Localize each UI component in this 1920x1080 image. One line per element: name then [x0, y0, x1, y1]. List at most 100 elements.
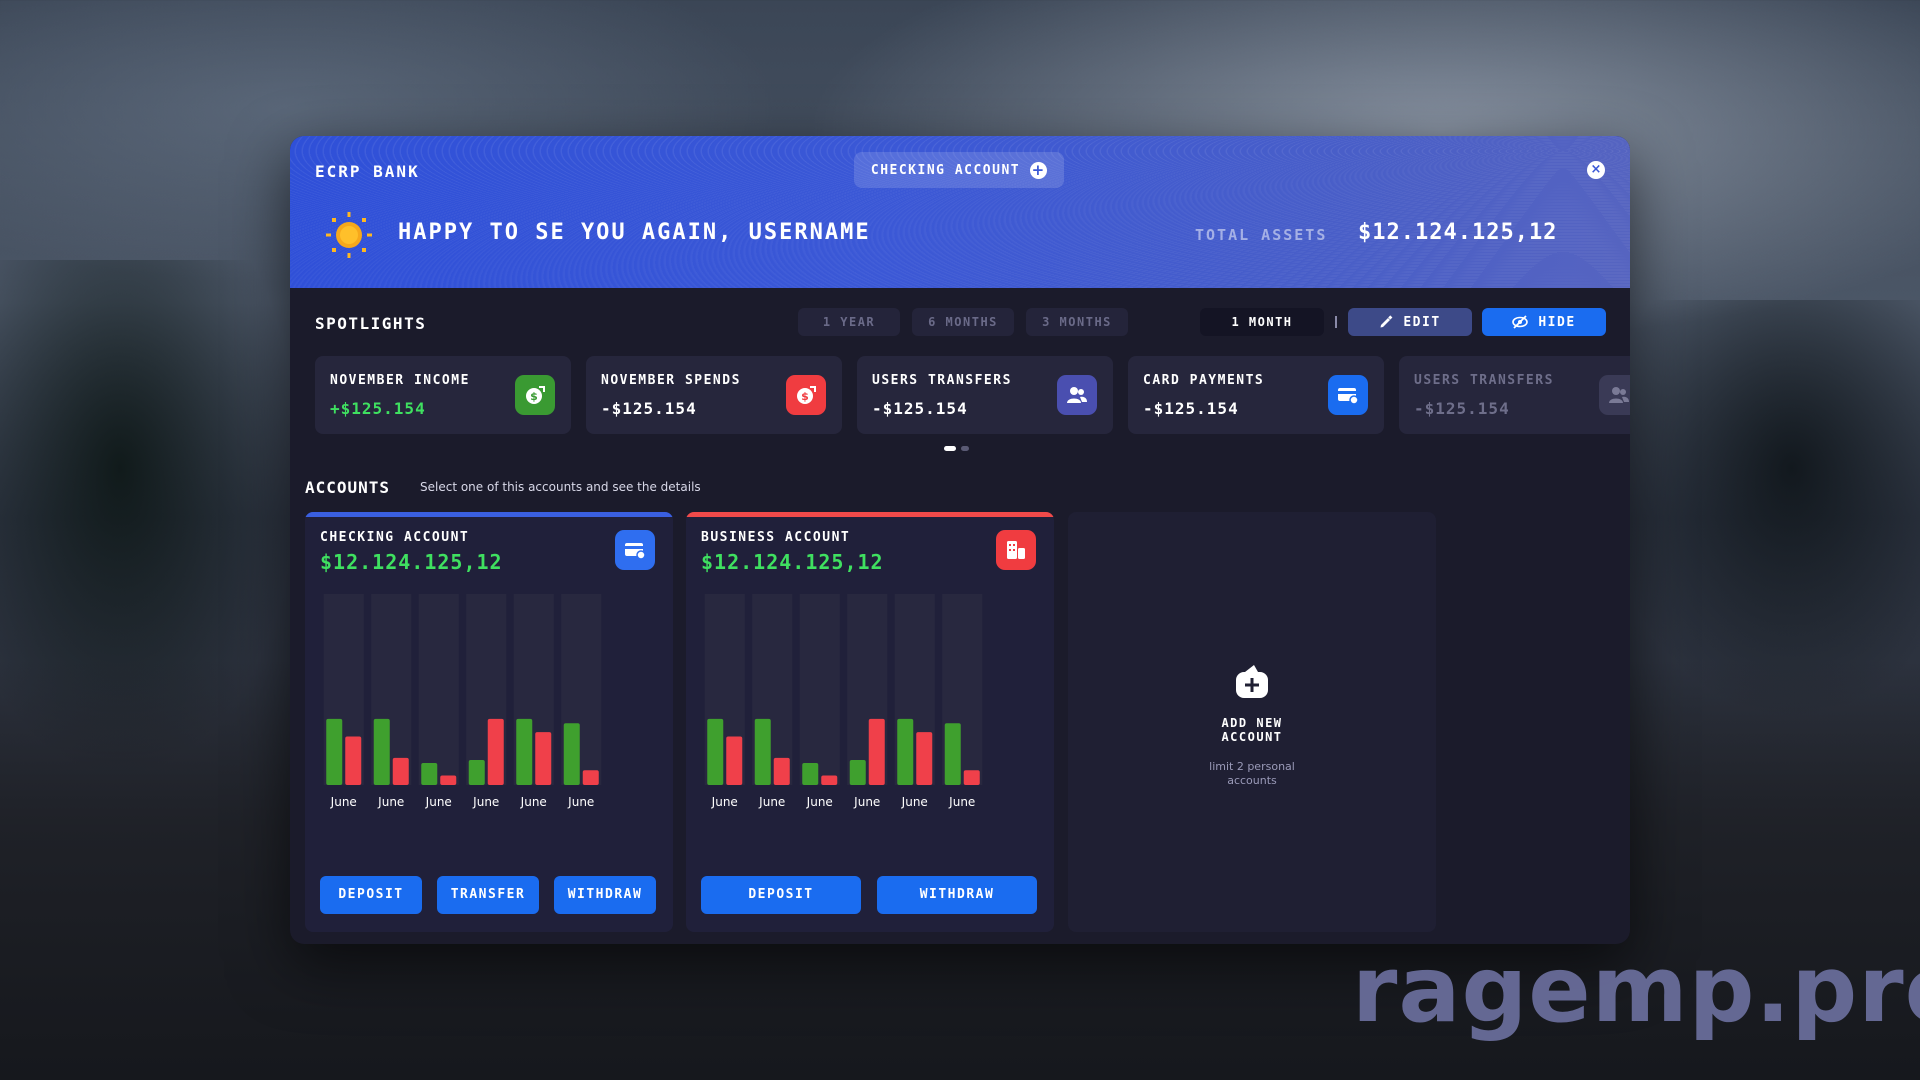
sun-icon [326, 212, 372, 258]
chart-bar-spends[interactable] [487, 718, 504, 785]
chart-bar-income[interactable] [707, 718, 724, 785]
edit-label: EDIT [1403, 314, 1441, 330]
background-palm-right [1600, 300, 1920, 720]
chart-bar-spends[interactable] [963, 770, 980, 785]
chart-tick-label: June [948, 795, 975, 809]
account-card-checking[interactable]: CHECKING ACCOUNT $12.124.125,12 June June… [305, 512, 673, 932]
account-chart-checking: June June June June June June [323, 594, 602, 809]
pagination-dot-2[interactable] [961, 446, 969, 451]
bank-window: ECRP BANK CHECKING ACCOUNT + × HAPPY TO … [290, 136, 1630, 944]
account-balance: $12.124.125,12 [320, 550, 503, 574]
close-icon[interactable]: × [1587, 161, 1605, 179]
account-chart-business: June June June June June June [704, 594, 983, 809]
withdraw-button[interactable]: WITHDRAW [877, 876, 1037, 914]
chart-column-bg [799, 594, 840, 785]
add-account-card[interactable]: ADD NEW ACCOUNT limit 2 personal account… [1068, 512, 1436, 932]
chart-bar-spends[interactable] [773, 757, 790, 785]
chart-bar-spends[interactable] [392, 757, 409, 785]
chart-tick-label: June [711, 795, 738, 809]
chart-bar-spends[interactable] [821, 775, 838, 785]
pagination-dot-1[interactable] [944, 446, 956, 451]
business-icon [996, 530, 1036, 570]
chart-bar-income[interactable] [516, 718, 533, 785]
chart-bar-income[interactable] [373, 718, 390, 785]
chart-bar-income[interactable] [754, 718, 771, 785]
chart-bar-spends[interactable] [868, 718, 885, 785]
withdraw-button[interactable]: WITHDRAW [554, 876, 656, 914]
spotlight-card-income[interactable]: NOVEMBER INCOME +$125.154 $ [315, 356, 571, 434]
spotlight-card-spends[interactable]: NOVEMBER SPENDS -$125.154 $ [586, 356, 842, 434]
account-selector-label: CHECKING ACCOUNT [870, 162, 1021, 178]
chart-tick-label: June [901, 795, 928, 809]
spotlight-cards: NOVEMBER INCOME +$125.154 $ NOVEMBER SPE… [315, 356, 1630, 436]
svg-text:$: $ [801, 390, 809, 403]
spotlight-label: USERS TRANSFERS [1414, 373, 1554, 388]
period-1-month[interactable]: 1 MONTH [1200, 308, 1324, 336]
add-account-subtitle-line2: accounts [1227, 774, 1277, 787]
spotlights-title: SPOTLIGHTS [315, 314, 427, 333]
spotlight-card-user-transfers[interactable]: USERS TRANSFERS -$125.154 [857, 356, 1113, 434]
spotlight-pagination [944, 446, 969, 451]
chart-tick-label: June [567, 795, 594, 809]
total-assets-value: $12.124.125,12 [1358, 220, 1558, 245]
account-selector[interactable]: CHECKING ACCOUNT + [854, 152, 1064, 188]
spotlight-label: USERS TRANSFERS [872, 373, 1012, 388]
chart-bar-spends[interactable] [582, 770, 599, 785]
chart-bar-income[interactable] [944, 723, 961, 785]
money-out-icon: $ [786, 375, 826, 415]
chart-bar-income[interactable] [421, 762, 438, 785]
account-balance: $12.124.125,12 [701, 550, 884, 574]
plus-icon: + [1030, 160, 1048, 179]
spotlight-card-user-transfers-2[interactable]: USERS TRANSFERS -$125.154 [1399, 356, 1630, 434]
chart-bar-income[interactable] [563, 723, 580, 785]
chart-tick-label: June [425, 795, 452, 809]
edit-button[interactable]: EDIT [1348, 308, 1472, 336]
accounts-subtitle: Select one of this accounts and see the … [420, 480, 701, 494]
money-in-icon: $ [515, 375, 555, 415]
account-accent-stripe [686, 512, 1054, 517]
chart-bar-spends[interactable] [440, 775, 457, 785]
chart-bar-income[interactable] [897, 718, 914, 785]
transfer-button[interactable]: TRANSFER [437, 876, 539, 914]
add-account-title-line2: ACCOUNT [1221, 730, 1283, 744]
deposit-button[interactable]: DEPOSIT [320, 876, 422, 914]
account-card-business[interactable]: BUSINESS ACCOUNT $12.124.125,12 June June… [686, 512, 1054, 932]
svg-text:$: $ [530, 390, 538, 403]
account-name: CHECKING ACCOUNT [320, 530, 470, 545]
bank-header: ECRP BANK CHECKING ACCOUNT + × HAPPY TO … [290, 136, 1630, 288]
chart-bar-income[interactable] [802, 762, 819, 785]
greeting-text: HAPPY TO SE YOU AGAIN, USERNAME [398, 220, 871, 245]
chart-bar-income[interactable] [468, 760, 485, 785]
spotlight-label: CARD PAYMENTS [1143, 373, 1265, 388]
hide-label: HIDE [1538, 314, 1576, 330]
card-icon [1328, 375, 1368, 415]
chart-bar-income[interactable] [326, 718, 343, 785]
spotlight-card-card-payments[interactable]: CARD PAYMENTS -$125.154 [1128, 356, 1384, 434]
account-accent-stripe [305, 512, 673, 517]
chart-tick-label: June [520, 795, 547, 809]
period-6-months[interactable]: 6 MONTHS [912, 308, 1014, 336]
deposit-button[interactable]: DEPOSIT [701, 876, 861, 914]
chart-tick-label: June [758, 795, 785, 809]
account-name: BUSINESS ACCOUNT [701, 530, 851, 545]
chart-bar-spends[interactable] [916, 732, 933, 785]
period-1-year[interactable]: 1 YEAR [798, 308, 900, 336]
spotlight-value: -$125.154 [872, 399, 968, 418]
chart-tick-label: June [472, 795, 499, 809]
chart-column-bg [418, 594, 459, 785]
chart-bar-spends[interactable] [726, 736, 743, 785]
accounts-title: ACCOUNTS [305, 478, 391, 497]
hide-button[interactable]: HIDE [1482, 308, 1606, 336]
period-3-months[interactable]: 3 MONTHS [1026, 308, 1128, 336]
chart-tick-label: June [330, 795, 357, 809]
chart-bar-spends[interactable] [345, 736, 362, 785]
add-account-subtitle-line1: limit 2 personal [1209, 760, 1295, 773]
chart-bar-income[interactable] [849, 760, 866, 785]
eye-slash-icon [1512, 315, 1529, 329]
chart-tick-label: June [377, 795, 404, 809]
chart-bar-spends[interactable] [535, 732, 552, 785]
chart-tick-label: June [853, 795, 880, 809]
period-separator [1335, 316, 1337, 328]
users-icon [1599, 375, 1630, 415]
spotlight-label: NOVEMBER SPENDS [601, 373, 741, 388]
